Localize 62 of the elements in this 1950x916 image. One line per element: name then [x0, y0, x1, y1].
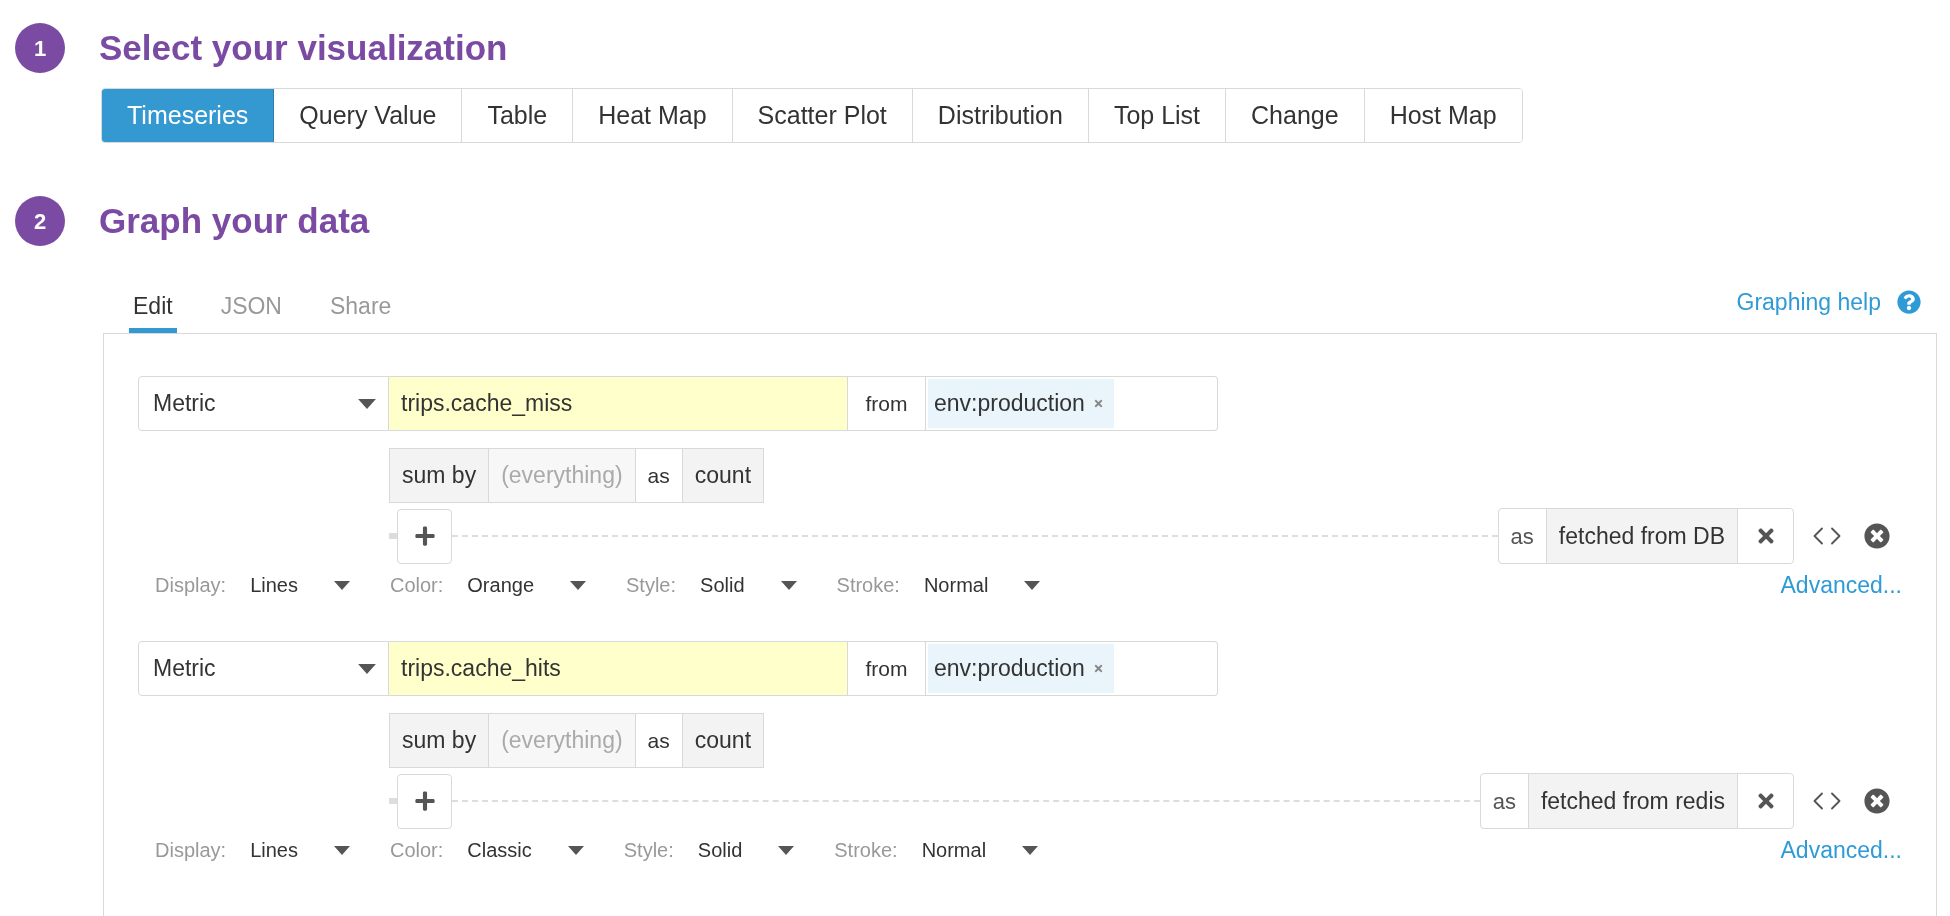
step-title: Select your visualization [99, 26, 508, 69]
tag-input-field[interactable]: env:production [926, 641, 1218, 696]
option-select[interactable]: Normal [921, 835, 1039, 865]
remove-icon[interactable] [1092, 398, 1104, 409]
add-function-button[interactable] [397, 773, 452, 829]
caret-icon [358, 663, 376, 674]
tag-chip[interactable]: env:production [928, 644, 1114, 693]
caret-icon [778, 845, 795, 855]
help-icon[interactable] [1897, 289, 1921, 314]
alias-value[interactable]: fetched from redis [1528, 774, 1738, 828]
alias-field[interactable]: as fetched from DB [1497, 508, 1794, 564]
aggregation-select[interactable]: sum by [389, 448, 490, 503]
caret-icon [567, 845, 584, 855]
source-type-select[interactable]: Metric [138, 376, 389, 431]
metric-input-field[interactable]: trips.cache_hits [389, 641, 848, 696]
option-select[interactable]: Lines [250, 835, 350, 865]
add-function-button[interactable] [397, 508, 452, 564]
plus-icon [413, 790, 436, 812]
option-select[interactable]: Orange [467, 570, 587, 600]
from-label: from [848, 376, 926, 431]
caret-icon [333, 845, 350, 855]
tag-chip[interactable]: env:production [928, 379, 1114, 428]
aggregation-select[interactable]: sum by [389, 713, 490, 768]
option-select[interactable]: Classic [467, 835, 584, 865]
option-label: Display: [155, 838, 227, 863]
rollup-select[interactable]: count [682, 448, 765, 503]
option-select[interactable]: Solid [697, 835, 795, 865]
option-label: Color: [389, 838, 444, 863]
rollup-select[interactable]: count [682, 713, 765, 768]
option-label: Stroke: [836, 573, 900, 598]
option-select[interactable]: Solid [700, 570, 797, 600]
option-label: Stroke: [834, 838, 898, 863]
option-select[interactable]: Normal [923, 570, 1041, 600]
remove-query-icon[interactable] [1864, 523, 1890, 549]
option-select[interactable]: Lines [250, 570, 350, 600]
from-label: from [848, 641, 926, 696]
option-label: Display: [155, 573, 227, 598]
tag-input-field[interactable]: env:production [926, 376, 1218, 431]
step-number-badge: 1 [15, 23, 65, 73]
alias-label: as [1498, 509, 1547, 563]
option-label: Color: [389, 573, 444, 598]
remove-icon[interactable] [1092, 663, 1104, 674]
metric-input-field[interactable]: trips.cache_miss [389, 376, 848, 431]
editor-tab[interactable]: Edit [129, 289, 177, 333]
caret-icon [1024, 580, 1041, 590]
as-label: as [634, 448, 683, 503]
source-type-select[interactable]: Metric [138, 641, 389, 696]
caret-icon [780, 580, 797, 590]
option-label: Style: [626, 573, 677, 598]
step-number-badge: 2 [15, 196, 65, 246]
as-label: as [634, 713, 683, 768]
caret-icon [1022, 845, 1039, 855]
remove-query-icon[interactable] [1864, 788, 1890, 814]
caret-icon [358, 398, 376, 409]
plus-icon [413, 525, 436, 547]
step-title: Graph your data [99, 199, 370, 242]
caret-icon [333, 580, 350, 590]
alias-value[interactable]: fetched from DB [1546, 509, 1738, 563]
option-label: Style: [623, 838, 674, 863]
alias-label: as [1480, 774, 1529, 828]
alias-field[interactable]: as fetched from redis [1479, 773, 1794, 829]
caret-icon [570, 580, 587, 590]
